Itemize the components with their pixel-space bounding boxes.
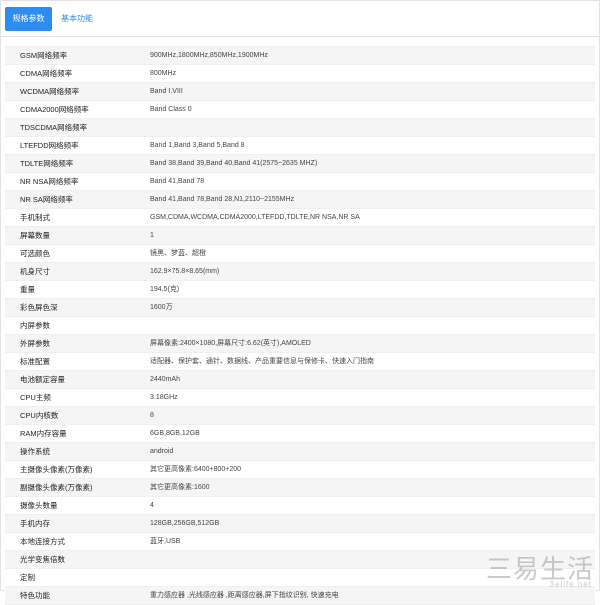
spec-key: CPU内核数 (20, 411, 59, 420)
spec-row: 光学变焦倍数 (5, 551, 595, 569)
spec-row: 副摄像头像素(万像素) 其它更高像素:1600 (5, 479, 595, 497)
spec-value: 162.9×75.8×8.65(mm) (150, 268, 220, 275)
spec-key: 外屏参数 (20, 339, 50, 348)
tab-bar: 规格参数 基本功能 (1, 1, 599, 37)
spec-key: 主摄像头像素(万像素) (20, 465, 93, 474)
spec-row: 屏幕数量 1 (5, 227, 595, 245)
spec-value: Band 1,Band 3,Band 5,Band 8 (150, 142, 245, 149)
spec-key: LTEFDD网络频率 (20, 141, 79, 150)
spec-row: 重量 194.5(克) (5, 281, 595, 299)
spec-row: 内屏参数 (5, 317, 595, 335)
spec-key: CDMA2000网络频率 (20, 105, 89, 114)
spec-key: 特色功能 (20, 591, 50, 600)
spec-value: 8 (150, 412, 154, 419)
spec-value: 1 (150, 232, 154, 239)
spec-row: 可选颜色 镜黑、梦蓝、超橙 (5, 245, 595, 263)
spec-key: TDLTE网络频率 (20, 159, 74, 168)
spec-row: 彩色屏色深 1600万 (5, 299, 595, 317)
spec-value: 2440mAh (150, 376, 180, 383)
spec-value: 4 (150, 502, 154, 509)
spec-value: GSM,CDMA,WCDMA,CDMA2000,LTEFDD,TDLTE,NR … (150, 214, 360, 221)
spec-value: 6GB,8GB,12GB (150, 430, 200, 437)
spec-key: 重量 (20, 285, 35, 294)
spec-key: RAM内存容量 (20, 429, 67, 438)
spec-row: 主摄像头像素(万像素) 其它更高像素:6400+800+200 (5, 461, 595, 479)
spec-row: 本地连接方式 蓝牙,USB (5, 533, 595, 551)
spec-key: 光学变焦倍数 (20, 555, 65, 564)
spec-value: Band Class 0 (150, 106, 192, 113)
spec-value: android (150, 448, 174, 455)
spec-key: 摄像头数量 (20, 501, 58, 510)
spec-key: 手机内存 (20, 519, 50, 528)
spec-panel: 规格参数 基本功能 GSM网络频率 900MHz,1800MHz,850MHz,1… (0, 0, 600, 605)
spec-key: WCDMA网络频率 (20, 87, 80, 96)
spec-key: 标准配置 (20, 357, 50, 366)
spec-value: Band 41,Band 78 (150, 178, 205, 185)
spec-row: LTEFDD网络频率 Band 1,Band 3,Band 5,Band 8 (5, 137, 595, 155)
spec-value: 900MHz,1800MHz,850MHz,1900MHz (150, 52, 268, 59)
spec-row: 外屏参数 屏幕像素:2400×1080,屏幕尺寸:6.62(英寸),AMOLED (5, 335, 595, 353)
spec-value: 其它更高像素:1600 (150, 484, 210, 491)
spec-row: 定制 (5, 569, 595, 587)
spec-row: GSM网络频率 900MHz,1800MHz,850MHz,1900MHz (5, 47, 595, 65)
spec-value: 128GB,256GB,512GB (150, 520, 220, 527)
spec-row: 电池额定容量 2440mAh (5, 371, 595, 389)
spec-value: Band 38,Band 39,Band 40,Band 41(2575~263… (150, 160, 318, 167)
spec-value: 屏幕像素:2400×1080,屏幕尺寸:6.62(英寸),AMOLED (150, 340, 311, 347)
spec-value: 适配器、保护套、通针、数据线、产品重要信息与保修卡、快速入门指南 (150, 358, 374, 365)
spec-key: 屏幕数量 (20, 231, 50, 240)
spec-key: 机身尺寸 (20, 267, 50, 276)
spec-key: 本地连接方式 (20, 537, 65, 546)
spec-row: 摄像头数量 4 (5, 497, 595, 515)
spec-row: 特色功能 重力感应器 ,光线感应器 ,距离感应器,屏下指纹识别, 快速充电 (5, 587, 595, 605)
spec-value: 800MHz (150, 70, 177, 77)
spec-table: GSM网络频率 900MHz,1800MHz,850MHz,1900MHz CDMA… (5, 46, 595, 605)
spec-key: 可选颜色 (20, 249, 50, 258)
spec-value: 3.18GHz (150, 394, 178, 401)
spec-row: 手机内存 128GB,256GB,512GB (5, 515, 595, 533)
spec-key: 定制 (20, 573, 35, 582)
spec-key: 彩色屏色深 (20, 303, 58, 312)
spec-key: CDMA网络频率 (20, 69, 73, 78)
spec-key: 副摄像头像素(万像素) (20, 483, 93, 492)
spec-key: 内屏参数 (20, 321, 50, 330)
spec-key: 手机制式 (20, 213, 50, 222)
spec-row: RAM内存容量 6GB,8GB,12GB (5, 425, 595, 443)
spec-value: Band 41,Band 78,Band 28,N1,2110~2155MHz (150, 196, 295, 203)
spec-row: 手机制式 GSM,CDMA,WCDMA,CDMA2000,LTEFDD,TDLTE… (5, 209, 595, 227)
spec-row: CPU内核数 8 (5, 407, 595, 425)
spec-value: 1600万 (150, 304, 173, 311)
spec-row: CPU主频 3.18GHz (5, 389, 595, 407)
spec-value: 194.5(克) (150, 286, 180, 293)
spec-row: 操作系统 android (5, 443, 595, 461)
spec-key: 操作系统 (20, 447, 50, 456)
spec-key: NR NSA网络频率 (20, 177, 79, 186)
spec-row: 机身尺寸 162.9×75.8×8.65(mm) (5, 263, 595, 281)
spec-value: Band Ⅰ.VIII (150, 88, 183, 95)
spec-row: NR NSA网络频率 Band 41,Band 78 (5, 173, 595, 191)
spec-value: 镜黑、梦蓝、超橙 (150, 250, 206, 257)
spec-value: 重力感应器 ,光线感应器 ,距离感应器,屏下指纹识别, 快速充电 (150, 592, 339, 599)
spec-key: GSM网络频率 (20, 51, 68, 60)
spec-row: CDMA2000网络频率 Band Class 0 (5, 101, 595, 119)
tab-specs[interactable]: 规格参数 (5, 7, 52, 31)
spec-key: 电池额定容量 (20, 375, 65, 384)
spec-row: CDMA网络频率 800MHz (5, 65, 595, 83)
spec-value: 其它更高像素:6400+800+200 (150, 466, 242, 473)
spec-key: CPU主频 (20, 393, 51, 402)
spec-value: 蓝牙,USB (150, 538, 181, 545)
spec-key: TDSCDMA网络频率 (20, 123, 88, 132)
spec-row: NR SA网络频率 Band 41,Band 78,Band 28,N1,2110… (5, 191, 595, 209)
spec-row: TDSCDMA网络频率 (5, 119, 595, 137)
spec-row: TDLTE网络频率 Band 38,Band 39,Band 40,Band 41… (5, 155, 595, 173)
tab-basic-functions[interactable]: 基本功能 (55, 7, 99, 31)
spec-key: NR SA网络频率 (20, 195, 73, 204)
spec-row: WCDMA网络频率 Band Ⅰ.VIII (5, 83, 595, 101)
spec-row: 标准配置 适配器、保护套、通针、数据线、产品重要信息与保修卡、快速入门指南 (5, 353, 595, 371)
